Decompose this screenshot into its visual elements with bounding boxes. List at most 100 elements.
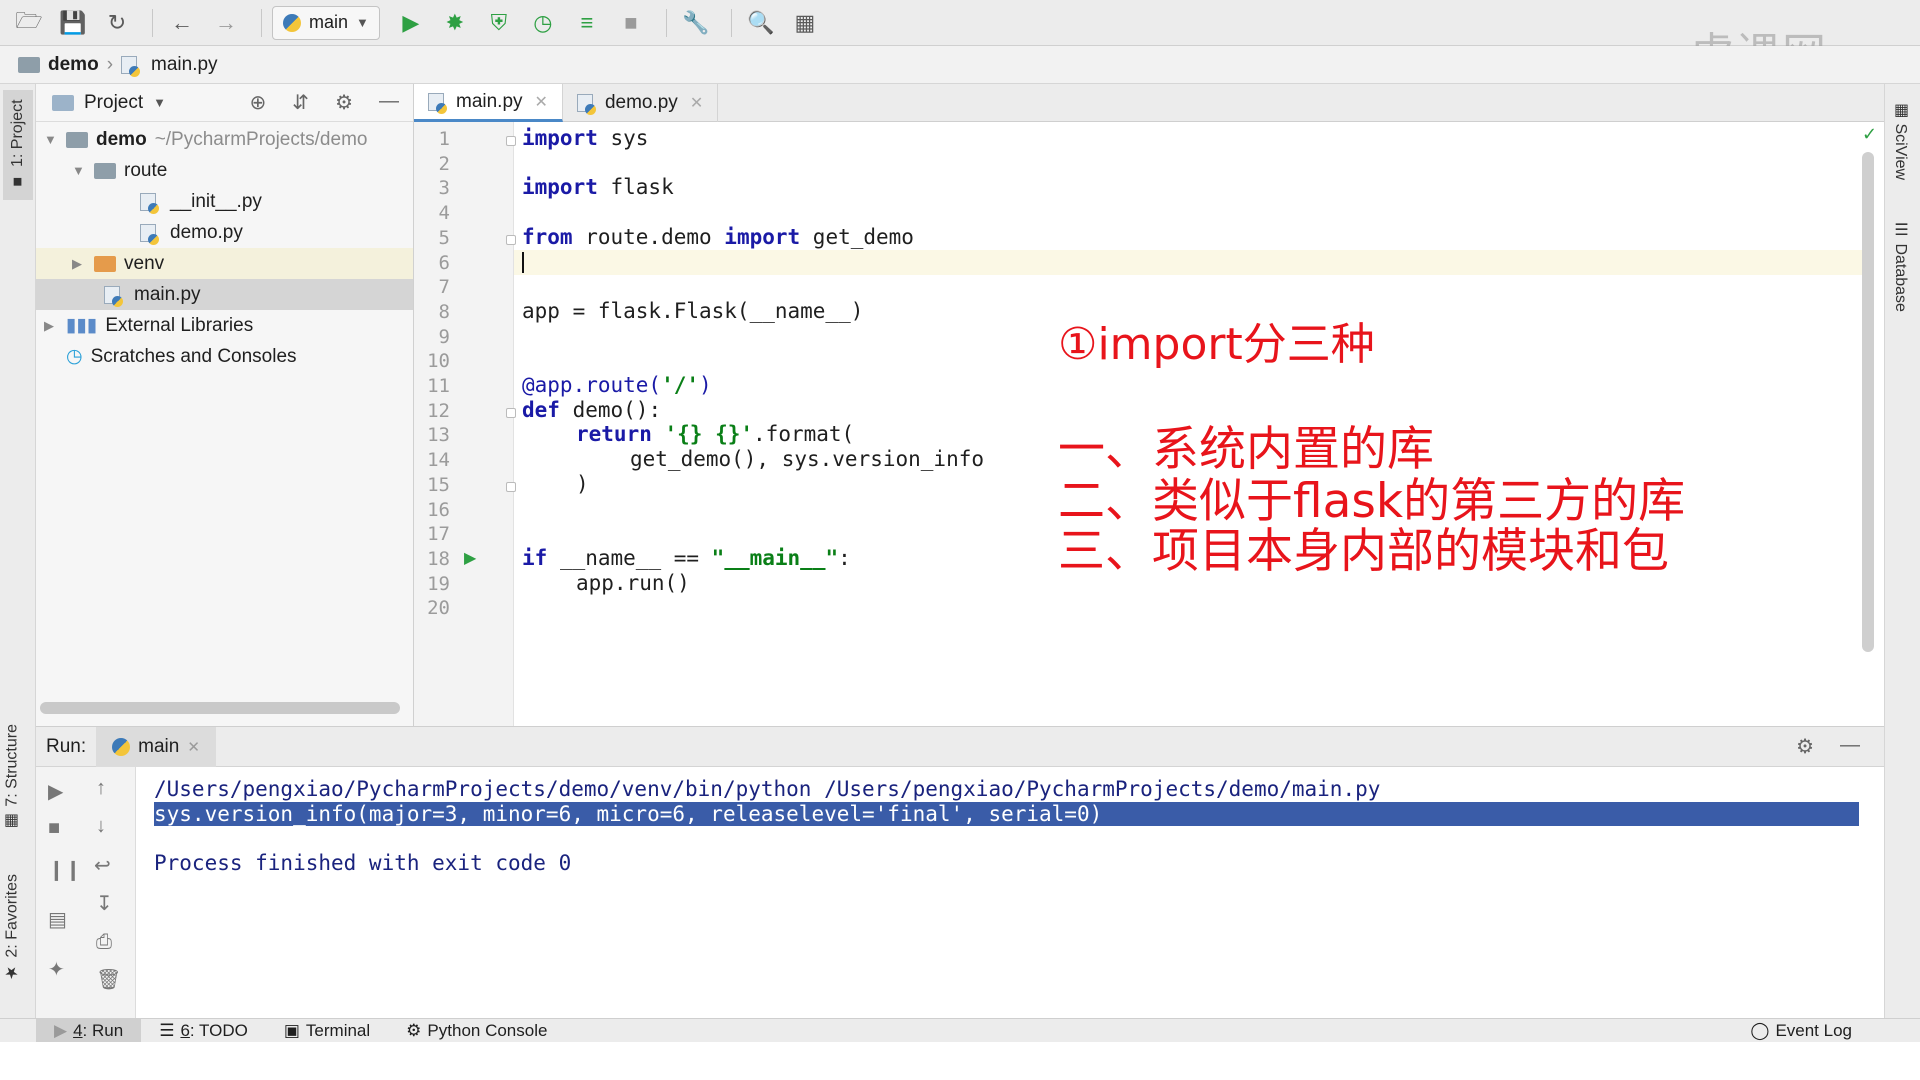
line-number: 8: [438, 300, 450, 323]
save-icon[interactable]: 💾: [54, 4, 92, 42]
tab-main-py[interactable]: main.py ✕: [414, 84, 563, 122]
run-configuration-select[interactable]: main ▼: [272, 5, 380, 40]
profile-icon[interactable]: ◷: [524, 4, 562, 42]
fold-marker-icon[interactable]: [506, 481, 516, 492]
tree-item-demo[interactable]: ▼ demo ~/PycharmProjects/demo: [36, 124, 413, 155]
pin-icon[interactable]: ✦: [48, 957, 65, 982]
breadcrumb-file[interactable]: main.py: [151, 54, 218, 76]
chevron-right-icon[interactable]: ▶: [72, 256, 86, 272]
chevron-down-icon[interactable]: ▼: [72, 163, 86, 178]
keyword: return: [576, 422, 652, 447]
tool-tab-project[interactable]: ■ 1: Project: [3, 90, 33, 200]
concurrency-icon[interactable]: ≡: [568, 4, 606, 42]
code-line-8: app = flask.Flask(__name__): [522, 299, 863, 324]
run-gutter-icon[interactable]: ▶: [464, 548, 476, 568]
toolbar-divider: [261, 8, 262, 37]
keyword: from: [522, 224, 573, 249]
tree-item-route[interactable]: ▼ route: [36, 155, 413, 186]
gear-icon[interactable]: ⚙: [335, 90, 353, 115]
tree-item-external-libraries[interactable]: ▶ ▮▮▮ External Libraries: [36, 310, 413, 341]
wrench-icon[interactable]: 🔧: [677, 4, 715, 42]
debug-icon[interactable]: ✸: [436, 4, 474, 42]
close-icon[interactable]: ✕: [187, 738, 200, 756]
vertical-scrollbar[interactable]: [1862, 152, 1874, 652]
event-log-button[interactable]: ◯ Event Log: [1732, 1019, 1870, 1043]
minimize-icon[interactable]: —: [379, 90, 399, 115]
bottom-tab-python-console[interactable]: ⚙ Python Console: [388, 1019, 565, 1043]
right-tool-stripe: ▦ SciView ☰ Database: [1884, 84, 1920, 1018]
code-text: route.demo: [572, 224, 725, 249]
code-text: demo():: [559, 397, 662, 422]
string-literal: "__main__": [711, 545, 839, 570]
coverage-icon[interactable]: ⛨: [480, 4, 518, 42]
tool-tab-sciview[interactable]: ▦ SciView: [1891, 100, 1910, 180]
run-icon[interactable]: ▶: [392, 4, 430, 42]
tab-label: main.py: [456, 90, 523, 112]
run-panel-header: Run: main ✕ ⚙ —: [36, 726, 1884, 767]
line-number: 12: [427, 399, 450, 422]
chevron-down-icon[interactable]: ▼: [44, 132, 58, 147]
inspection-ok-icon[interactable]: ✓: [1862, 124, 1877, 145]
gear-icon[interactable]: ⚙: [1796, 734, 1814, 759]
tree-item-main-py[interactable]: main.py: [36, 279, 413, 310]
up-arrow-icon[interactable]: ↑: [96, 777, 106, 800]
tool-tab-favorites[interactable]: ★ 2: Favorites: [3, 874, 22, 983]
string-literal: '/': [661, 373, 700, 397]
console-line-selected: sys.version_info(major=3, minor=6, micro…: [154, 801, 1859, 826]
vcs-icon[interactable]: ▦: [786, 4, 824, 42]
code-text: ): [576, 471, 589, 496]
project-view-select[interactable]: Project: [84, 92, 143, 114]
sciview-icon: ▦: [1892, 100, 1909, 119]
bottom-tab-todo[interactable]: ☰ 6: TODO: [141, 1019, 266, 1043]
tab-demo-py[interactable]: demo.py ✕: [563, 84, 719, 122]
breadcrumb-project[interactable]: demo: [48, 54, 99, 76]
search-icon[interactable]: 🔍: [742, 4, 780, 42]
fold-marker-icon[interactable]: [506, 136, 516, 146]
close-icon[interactable]: ✕: [535, 92, 548, 112]
line-number: 5: [438, 226, 450, 249]
chevron-down-icon[interactable]: ▼: [153, 95, 166, 110]
rerun-icon[interactable]: ▶: [48, 779, 63, 804]
collapse-all-icon[interactable]: ⇵: [292, 90, 309, 115]
chevron-right-icon[interactable]: ▶: [44, 318, 58, 334]
tool-tab-database[interactable]: ☰ Database: [1891, 220, 1910, 312]
star-icon: ★: [4, 963, 21, 983]
project-tree: ▼ demo ~/PycharmProjects/demo ▼ route __…: [36, 122, 413, 372]
stop-icon[interactable]: ■: [612, 4, 650, 42]
close-icon[interactable]: ✕: [690, 93, 703, 113]
pause-icon[interactable]: ❙❙: [48, 857, 82, 882]
minimize-icon[interactable]: —: [1840, 734, 1860, 759]
code-text: sys: [597, 126, 649, 150]
tree-item-label: Scratches and Consoles: [90, 345, 297, 367]
chevron-down-icon: ▼: [356, 15, 369, 30]
tree-item-scratches[interactable]: ◷ Scratches and Consoles: [36, 341, 413, 372]
bottom-tab-terminal[interactable]: ▣ Terminal: [266, 1019, 388, 1043]
code-line-19: app.run(): [576, 571, 690, 596]
down-arrow-icon[interactable]: ↓: [96, 815, 106, 838]
back-icon[interactable]: ←: [163, 4, 201, 42]
scroll-to-end-icon[interactable]: ↧: [96, 891, 113, 916]
print-icon[interactable]: ⎙: [96, 931, 112, 954]
tree-item-demo-py[interactable]: demo.py: [36, 217, 413, 248]
bottom-tab-todo-label: : TODO: [189, 1020, 248, 1040]
fold-marker-icon[interactable]: [506, 234, 516, 245]
console-output[interactable]: /Users/pengxiao/PycharmProjects/demo/ven…: [154, 767, 1859, 1019]
horizontal-scrollbar[interactable]: [40, 702, 400, 714]
tree-item-venv[interactable]: ▶ venv: [36, 248, 413, 279]
soft-wrap-icon[interactable]: ↩: [94, 853, 111, 878]
tree-item-label: main.py: [134, 283, 201, 305]
tool-tab-structure[interactable]: ▦ 7: Structure: [3, 724, 22, 832]
trash-icon[interactable]: 🗑: [96, 967, 121, 992]
fold-marker-icon[interactable]: [506, 407, 516, 418]
tree-item-init[interactable]: __init__.py: [36, 186, 413, 217]
layout-icon[interactable]: ▤: [48, 907, 67, 932]
bottom-tab-run[interactable]: ▶ 4: Run: [36, 1018, 142, 1043]
forward-icon[interactable]: →: [207, 4, 245, 42]
stop-icon[interactable]: ■: [48, 817, 60, 840]
run-tab-main[interactable]: main ✕: [96, 726, 216, 767]
line-number: 15: [427, 473, 450, 496]
code-text: flask: [597, 175, 674, 200]
sync-icon[interactable]: ↻: [98, 4, 136, 42]
open-folder-icon[interactable]: 🗁: [10, 4, 48, 42]
locate-icon[interactable]: ⊕: [250, 90, 267, 115]
